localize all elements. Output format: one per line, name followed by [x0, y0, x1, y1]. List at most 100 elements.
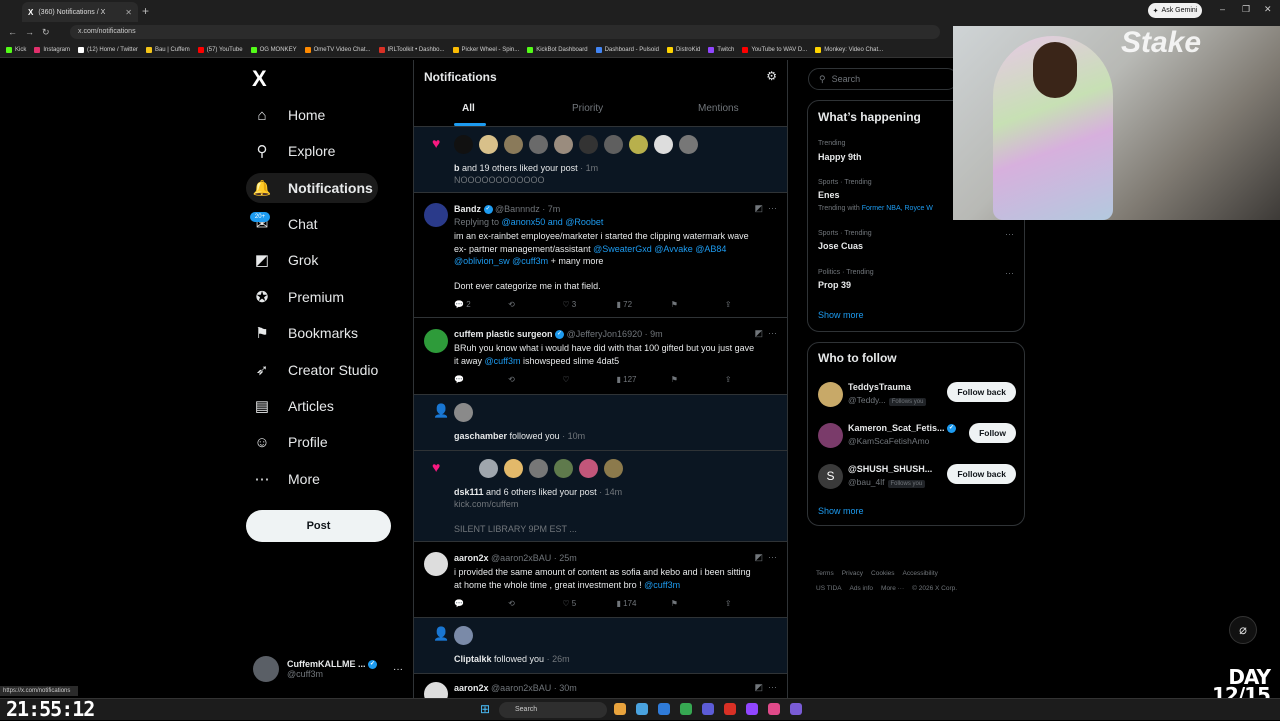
window-close-icon[interactable]: ✕	[1264, 4, 1272, 15]
nav-item-articles[interactable]: ▤ Articles	[252, 391, 392, 421]
bookmark-button[interactable]: ⚑	[671, 300, 725, 309]
tab-all[interactable]: All	[462, 103, 475, 114]
app-icon[interactable]	[746, 703, 758, 715]
bookmark-item[interactable]: Kick	[6, 46, 26, 53]
file-explorer-icon[interactable]	[614, 703, 626, 715]
maximize-icon[interactable]: ❐	[1242, 4, 1250, 15]
app-icon[interactable]	[768, 703, 780, 715]
bookmark-item[interactable]: OmeTV Video Chat...	[304, 46, 371, 53]
close-tab-icon[interactable]: ✕	[125, 8, 132, 17]
follow-suggestion[interactable]: Kameron_Scat_Fetis... ✓ @KamScaFetishAmo…	[818, 421, 1016, 451]
app-icon[interactable]	[790, 703, 802, 715]
show-more-link[interactable]: Show more	[818, 506, 864, 516]
mention-tweet[interactable]: cuffem plastic surgeon ✓ @JefferyJon1692…	[414, 318, 787, 395]
footer-link[interactable]: Ads info	[850, 585, 874, 592]
mention-tweet[interactable]: aaron2x @aaron2xBAU · 30m ◩ ···	[414, 674, 787, 700]
footer-link[interactable]: Accessibility	[903, 570, 938, 577]
notification-follow[interactable]: 👤 gaschamber followed you · 10m	[414, 395, 787, 451]
reply-tweet[interactable]: Bandz ✓ @Bannndz · 7m ◩ ··· Replying to …	[414, 193, 787, 318]
retweet-button[interactable]: ⟲	[508, 300, 562, 309]
search-input[interactable]: ⚲ Search	[808, 68, 958, 90]
store-icon[interactable]	[658, 703, 670, 715]
nav-item-creator-studio[interactable]: ➶ Creator Studio	[252, 355, 392, 385]
minimize-icon[interactable]: –	[1220, 4, 1225, 14]
nav-item-home[interactable]: ⌂ Home	[252, 100, 392, 130]
nav-item-bookmarks[interactable]: ⚑ Bookmarks	[252, 318, 392, 348]
footer-link[interactable]: Terms	[816, 570, 834, 577]
taskbar-search[interactable]: Search	[499, 702, 607, 718]
notification-like[interactable]: ♥ b and 19 others liked your post · 1m N…	[414, 127, 787, 193]
nav-item-profile[interactable]: ☺ Profile	[252, 427, 392, 457]
views-button[interactable]: ▮ 127	[617, 375, 671, 384]
views-button[interactable]: ▮ 72	[617, 300, 671, 309]
bookmark-item[interactable]: Instagram	[34, 46, 70, 53]
follow-suggestion[interactable]: TeddysTrauma @Teddy... Follows you Follow…	[818, 380, 1016, 410]
like-button[interactable]: ♡	[562, 375, 616, 384]
bookmark-item[interactable]: (57) YouTube	[197, 46, 243, 53]
new-tab-button[interactable]: +	[142, 4, 149, 18]
footer-link[interactable]: © 2026 X Corp.	[912, 585, 957, 592]
more-options-icon[interactable]: ···	[1005, 268, 1014, 278]
retweet-button[interactable]: ⟲	[508, 375, 562, 384]
account-switcher[interactable]: CuffemKALLME ... ✓ @cuff3m ···	[253, 654, 403, 684]
bookmark-item[interactable]: KickBot Dashboard	[527, 46, 588, 53]
bookmark-item[interactable]: OG MONKEY	[250, 46, 297, 53]
share-button[interactable]: ⇪	[725, 599, 779, 608]
share-button[interactable]: ⇪	[725, 375, 779, 384]
nav-item-chat[interactable]: ✉ Chat	[252, 209, 392, 239]
post-button[interactable]: Post	[246, 510, 391, 542]
grok-icon[interactable]: ◩ ···	[755, 328, 778, 339]
nav-item-grok[interactable]: ◩ Grok	[252, 245, 392, 275]
windows-start-icon[interactable]: ⊞	[480, 702, 490, 716]
chrome-icon[interactable]	[680, 703, 692, 715]
reply-button[interactable]: 💬 2	[454, 300, 508, 309]
bookmark-button[interactable]: ⚑	[671, 599, 725, 608]
bookmark-item[interactable]: Monkey: Video Chat...	[815, 46, 883, 53]
bookmark-item[interactable]: Twitch	[708, 46, 734, 53]
mention-tweet[interactable]: aaron2x @aaron2xBAU · 25m ◩ ··· i provid…	[414, 542, 787, 618]
grok-icon[interactable]: ◩ ···	[755, 203, 778, 214]
share-button[interactable]: ⇪	[725, 300, 779, 309]
reply-button[interactable]: 💬	[454, 375, 508, 384]
follow-back-button[interactable]: Follow back	[947, 382, 1016, 402]
url-field[interactable]: x.com/notifications	[70, 25, 940, 39]
follow-back-button[interactable]: Follow back	[947, 464, 1016, 484]
tab-mentions[interactable]: Mentions	[698, 103, 739, 114]
like-button[interactable]: ♡ 3	[562, 300, 616, 309]
browser-tab[interactable]: X (360) Notifications / X ✕	[22, 2, 138, 22]
grok-icon[interactable]: ◩ ···	[755, 682, 778, 693]
reload-icon[interactable]: ↻	[42, 27, 50, 38]
retweet-button[interactable]: ⟲	[508, 599, 562, 608]
footer-link[interactable]: More ···	[881, 585, 904, 592]
more-options-icon[interactable]: ···	[393, 664, 403, 675]
ask-gemini-button[interactable]: ✦ Ask Gemini	[1148, 3, 1202, 18]
nav-item-explore[interactable]: ⚲ Explore	[252, 136, 392, 166]
app-icon[interactable]	[724, 703, 736, 715]
reply-button[interactable]: 💬	[454, 599, 508, 608]
tab-priority[interactable]: Priority	[572, 103, 603, 114]
nav-item-premium[interactable]: ✪ Premium	[252, 282, 392, 312]
footer-link[interactable]: US TIDA	[816, 585, 842, 592]
gear-icon[interactable]: ⚙	[766, 69, 777, 83]
views-button[interactable]: ▮ 174	[617, 599, 671, 608]
notification-like[interactable]: ♥ dsk111 and 6 others liked your post · …	[414, 451, 787, 542]
x-logo-icon[interactable]: X	[252, 66, 267, 92]
app-icon[interactable]	[702, 703, 714, 715]
like-button[interactable]: ♡ 5	[562, 599, 616, 608]
more-options-icon[interactable]: ···	[1005, 229, 1014, 239]
bookmark-item[interactable]: (12) Home / Twitter	[78, 46, 138, 53]
back-icon[interactable]: ←	[8, 27, 17, 37]
bookmark-button[interactable]: ⚑	[671, 375, 725, 384]
bookmark-item[interactable]: Dashboard - Pulsoid	[595, 46, 659, 53]
bookmark-item[interactable]: Bau | Cuffem	[145, 46, 190, 53]
nav-item-notifications[interactable]: 🔔 Notifications	[252, 173, 392, 203]
follow-button[interactable]: Follow	[969, 423, 1016, 443]
grok-float-icon[interactable]: ⌀	[1229, 616, 1257, 644]
bookmark-item[interactable]: IRLToolkit • Dashbo...	[378, 46, 445, 53]
follow-suggestion[interactable]: S @SHUSH_SHUSH... @bau_4lf Follows you Fo…	[818, 462, 1016, 492]
bookmark-item[interactable]: DistroKid	[666, 46, 700, 53]
grok-icon[interactable]: ◩ ···	[755, 552, 778, 563]
footer-link[interactable]: Privacy	[842, 570, 863, 577]
notification-follow[interactable]: 👤 Cliptalkk followed you · 26m	[414, 618, 787, 674]
bookmark-item[interactable]: YouTube to WAV D...	[742, 46, 807, 53]
